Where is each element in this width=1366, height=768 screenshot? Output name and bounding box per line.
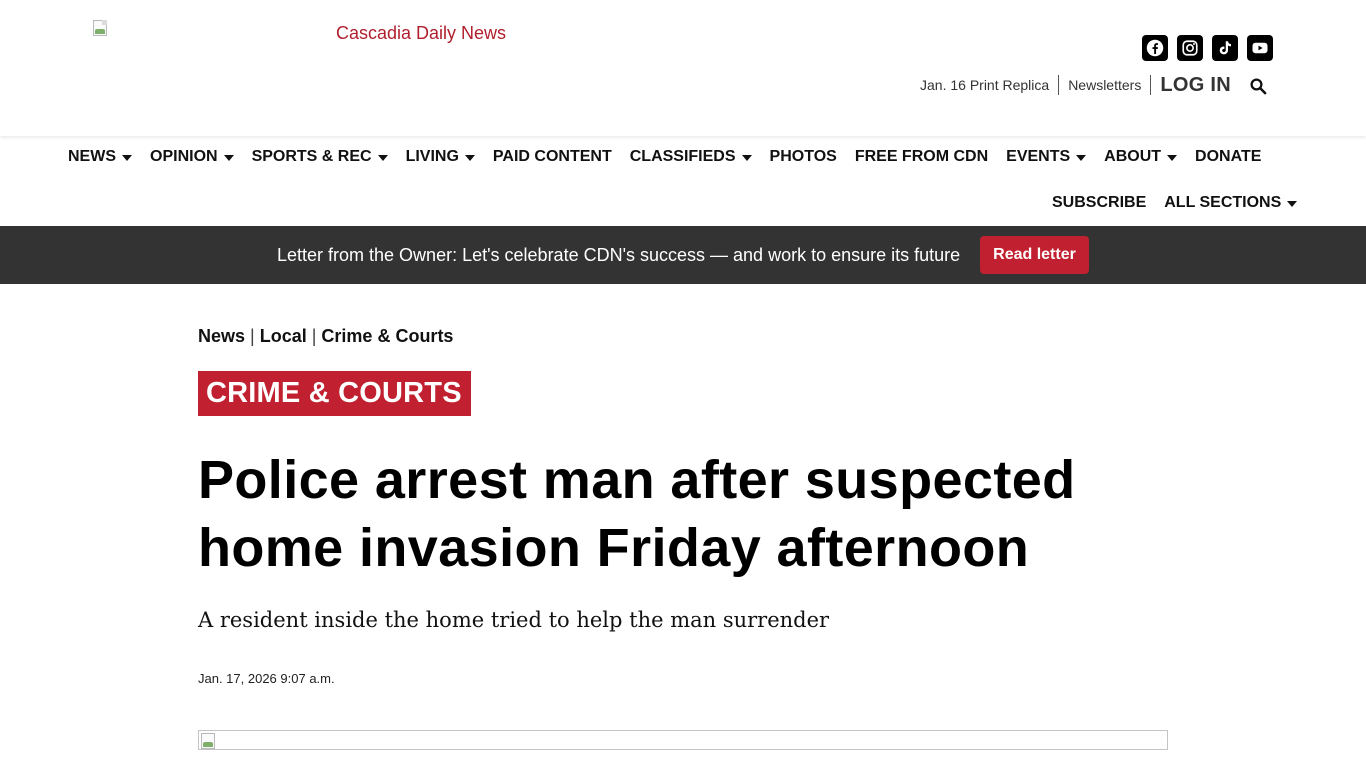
- site-logo-broken-image[interactable]: [93, 20, 109, 36]
- site-header: Cascadia Daily News Jan. 16 Print Replic…: [0, 0, 1366, 136]
- read-letter-button[interactable]: Read letter: [980, 236, 1089, 274]
- facebook-icon[interactable]: [1142, 35, 1168, 61]
- article-headline: Police arrest man after suspected home i…: [198, 450, 1076, 578]
- main-nav: NEWS OPINION SPORTS & REC LIVING PAID CO…: [0, 146, 1366, 168]
- secondary-nav: SUBSCRIBE ALL SECTIONS: [0, 192, 1366, 214]
- breadcrumb-separator: |: [311, 326, 317, 346]
- nav-item-free-from-cdn[interactable]: FREE FROM CDN: [855, 146, 988, 168]
- caret-down-icon: [223, 154, 234, 161]
- newsletters-link[interactable]: Newsletters: [1068, 77, 1141, 93]
- social-links: [1142, 35, 1273, 61]
- breadcrumb-crime-courts[interactable]: Crime & Courts: [321, 326, 453, 347]
- nav-item-paid-content[interactable]: PAID CONTENT: [493, 146, 612, 168]
- nav-item-opinion[interactable]: OPINION: [150, 146, 234, 168]
- hero-image-broken: [198, 730, 1168, 750]
- caret-down-icon: [1076, 154, 1087, 161]
- divider: [1150, 75, 1152, 95]
- caret-down-icon: [122, 154, 132, 161]
- nav-item-news[interactable]: NEWS: [68, 146, 132, 168]
- nav-item-about[interactable]: ABOUT: [1104, 146, 1178, 168]
- youtube-icon[interactable]: [1247, 35, 1273, 61]
- caret-down-icon: [741, 154, 752, 161]
- breadcrumb: News | Local | Crime & Courts: [198, 326, 453, 347]
- section-tag[interactable]: CRIME & COURTS: [198, 371, 471, 416]
- nav-item-photos[interactable]: PHOTOS: [770, 146, 837, 168]
- search-icon[interactable]: [1249, 77, 1267, 95]
- login-link[interactable]: LOG IN: [1160, 74, 1231, 97]
- nav-item-subscribe[interactable]: SUBSCRIBE: [1052, 192, 1146, 214]
- site-logo-alt-text[interactable]: Cascadia Daily News: [336, 23, 506, 44]
- breadcrumb-local[interactable]: Local: [260, 326, 307, 347]
- nav-item-living[interactable]: LIVING: [406, 146, 475, 168]
- announcement-banner: Letter from the Owner: Let's celebrate C…: [0, 226, 1366, 284]
- caret-down-icon: [377, 154, 388, 161]
- article-date: Jan. 17, 2026 9:07 a.m.: [198, 671, 335, 686]
- caret-down-icon: [1287, 200, 1298, 207]
- nav-item-events[interactable]: EVENTS: [1006, 146, 1087, 168]
- breadcrumb-separator: |: [250, 326, 255, 346]
- print-replica-link[interactable]: Jan. 16 Print Replica: [920, 77, 1049, 93]
- nav-item-classifieds[interactable]: CLASSIFIEDS: [630, 146, 752, 168]
- caret-down-icon: [464, 154, 475, 161]
- broken-image-icon: [201, 733, 217, 749]
- caret-down-icon: [1167, 154, 1178, 161]
- instagram-icon[interactable]: [1177, 35, 1203, 61]
- nav-item-sports-rec[interactable]: SPORTS & REC: [252, 146, 388, 168]
- divider: [1058, 75, 1060, 95]
- utility-links: Jan. 16 Print Replica Newsletters LOG IN: [920, 72, 1231, 98]
- tiktok-icon[interactable]: [1212, 35, 1238, 61]
- banner-text: Letter from the Owner: Let's celebrate C…: [277, 245, 961, 265]
- nav-item-all-sections[interactable]: ALL SECTIONS: [1164, 192, 1298, 214]
- article-subhead: A resident inside the home tried to help…: [198, 608, 830, 632]
- nav-item-donate[interactable]: DONATE: [1195, 146, 1261, 168]
- breadcrumb-news[interactable]: News: [198, 326, 245, 347]
